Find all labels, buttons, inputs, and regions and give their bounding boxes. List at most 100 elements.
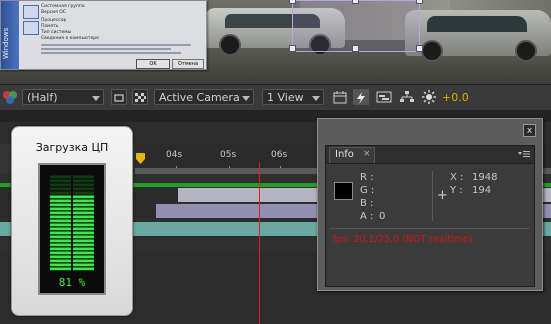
cpu-meter-segment xyxy=(50,243,71,247)
cpu-meter-segment xyxy=(50,267,71,271)
green-channel-label: G : xyxy=(360,185,375,196)
time-tick-label: 04s xyxy=(166,150,183,160)
cpu-meter-segment xyxy=(73,243,94,247)
cpu-meter-segment xyxy=(73,195,94,199)
info-line: Системная группа xyxy=(41,4,85,9)
info-floating-window[interactable]: x Info × R : G : B : A : 0 + X : 1948 Y … xyxy=(317,118,543,291)
cpu-meter-segment xyxy=(73,231,94,235)
channels-icon[interactable] xyxy=(2,90,18,104)
close-icon[interactable]: × xyxy=(363,149,371,159)
cpu-meter-segment xyxy=(73,235,94,239)
cpu-meter-segment xyxy=(73,199,94,203)
transform-handle[interactable] xyxy=(289,45,296,52)
region-of-interest-icon xyxy=(114,94,124,102)
reset-exposure-icon[interactable] xyxy=(421,90,437,104)
cpu-load-meter xyxy=(50,175,94,271)
cpu-meter-segment xyxy=(73,203,94,207)
window-close-button[interactable]: x xyxy=(523,124,536,137)
camera-value: Active Camera xyxy=(159,91,240,104)
info-line: Сведения о компьютере xyxy=(41,36,99,41)
blue-channel-label: B : xyxy=(360,198,374,209)
resolution-dropdown[interactable]: (Half) xyxy=(22,89,104,105)
system-properties-screenshot: Windows Системная группа Версия ОС Проце… xyxy=(0,0,207,70)
cpu-meter-segment xyxy=(73,211,94,215)
cancel-button: Отмена xyxy=(172,59,204,69)
info-line: Процессор xyxy=(41,18,67,23)
cpu-meter-segment xyxy=(73,207,94,211)
cpu-meter-segment xyxy=(50,259,71,263)
cpu-meter-segment xyxy=(50,187,71,191)
timeline-icon[interactable] xyxy=(376,90,392,104)
flowchart-icon[interactable] xyxy=(399,90,415,104)
chevron-down-icon xyxy=(312,96,320,101)
after-effects-window: Windows Системная группа Версия ОС Проце… xyxy=(0,0,551,324)
cpu-meter-segment xyxy=(73,251,94,255)
cpu-meter-segment xyxy=(73,267,94,271)
computer-icon xyxy=(23,21,39,35)
x-coordinate-value: 1948 xyxy=(472,172,498,183)
cpu-meter-segment xyxy=(50,203,71,207)
transform-handle[interactable] xyxy=(416,0,423,4)
cpu-meter-segment xyxy=(73,255,94,259)
cpu-usage-gadget: Загрузка ЦП 81 % xyxy=(11,126,133,316)
cpu-meter-segment xyxy=(73,259,94,263)
time-tick-label: 05s xyxy=(220,150,237,160)
cpu-meter-segment xyxy=(50,235,71,239)
view-layout-value: 1 View xyxy=(267,91,304,104)
cpu-meter-segment xyxy=(73,239,94,243)
transform-handle[interactable] xyxy=(416,45,423,52)
crosshair-icon: + xyxy=(437,188,448,203)
transparency-grid-button[interactable] xyxy=(132,89,148,105)
footage-car-white xyxy=(405,10,551,62)
cpu-meter-segment xyxy=(50,215,71,219)
cpu-percent-label: 81 % xyxy=(58,276,86,289)
panel-menu-icon[interactable] xyxy=(518,150,530,158)
camera-dropdown[interactable]: Active Camera xyxy=(154,89,254,105)
cpu-meter-segment xyxy=(50,195,71,199)
checkerboard-icon xyxy=(135,93,146,102)
cpu-meter-segment xyxy=(73,247,94,251)
cpu-meter-segment xyxy=(73,191,94,195)
cpu-meter-segment xyxy=(50,239,71,243)
transform-handle[interactable] xyxy=(289,0,296,4)
cpu-meter-segment xyxy=(50,207,71,211)
view-layout-dropdown[interactable]: 1 View xyxy=(262,89,324,105)
region-of-interest-button[interactable] xyxy=(111,89,127,105)
composition-viewer[interactable]: Windows Системная группа Версия ОС Проце… xyxy=(0,0,551,84)
info-panel: Info × R : G : B : A : 0 + X : 1948 Y : … xyxy=(325,145,535,287)
system-icon xyxy=(23,5,39,19)
chevron-down-icon xyxy=(92,96,100,101)
info-line: Тип системы xyxy=(41,30,72,35)
exposure-value[interactable]: +0.0 xyxy=(442,91,469,104)
cpu-meter-segment xyxy=(50,251,71,255)
info-tab-bar: Info × xyxy=(326,146,534,164)
info-line: Память xyxy=(41,24,59,29)
lightning-icon xyxy=(357,92,365,104)
cpu-meter-segment xyxy=(50,247,71,251)
y-coordinate-value: 194 xyxy=(472,185,492,196)
x-coordinate-label: X : xyxy=(450,172,464,183)
cpu-meter-segment xyxy=(50,211,71,215)
info-separator xyxy=(330,228,530,229)
time-tick-label: 06s xyxy=(271,150,288,160)
text-placeholder-line xyxy=(41,52,181,54)
tab-info[interactable]: Info × xyxy=(329,147,375,163)
cpu-meter-segment xyxy=(50,219,71,223)
cpu-gadget-title: Загрузка ЦП xyxy=(35,141,109,154)
current-time-marker-icon[interactable] xyxy=(136,153,145,164)
fast-previews-button[interactable] xyxy=(353,89,369,105)
cpu-meter-segment xyxy=(50,175,71,179)
cpu-meter-segment xyxy=(50,179,71,183)
cpu-meter-segment xyxy=(50,227,71,231)
cpu-meter-segment xyxy=(73,215,94,219)
layer-selection-box[interactable] xyxy=(289,0,423,52)
cpu-meter-segment xyxy=(50,223,71,227)
transform-handle[interactable] xyxy=(352,0,359,4)
playhead-line[interactable] xyxy=(259,162,260,324)
cpu-meter-segment xyxy=(73,227,94,231)
y-coordinate-label: Y : xyxy=(450,185,463,196)
cpu-meter-segment xyxy=(50,263,71,267)
transform-handle[interactable] xyxy=(352,45,359,52)
cpu-meter-segment xyxy=(50,255,71,259)
toggle-pixel-aspect-icon[interactable] xyxy=(333,90,347,104)
